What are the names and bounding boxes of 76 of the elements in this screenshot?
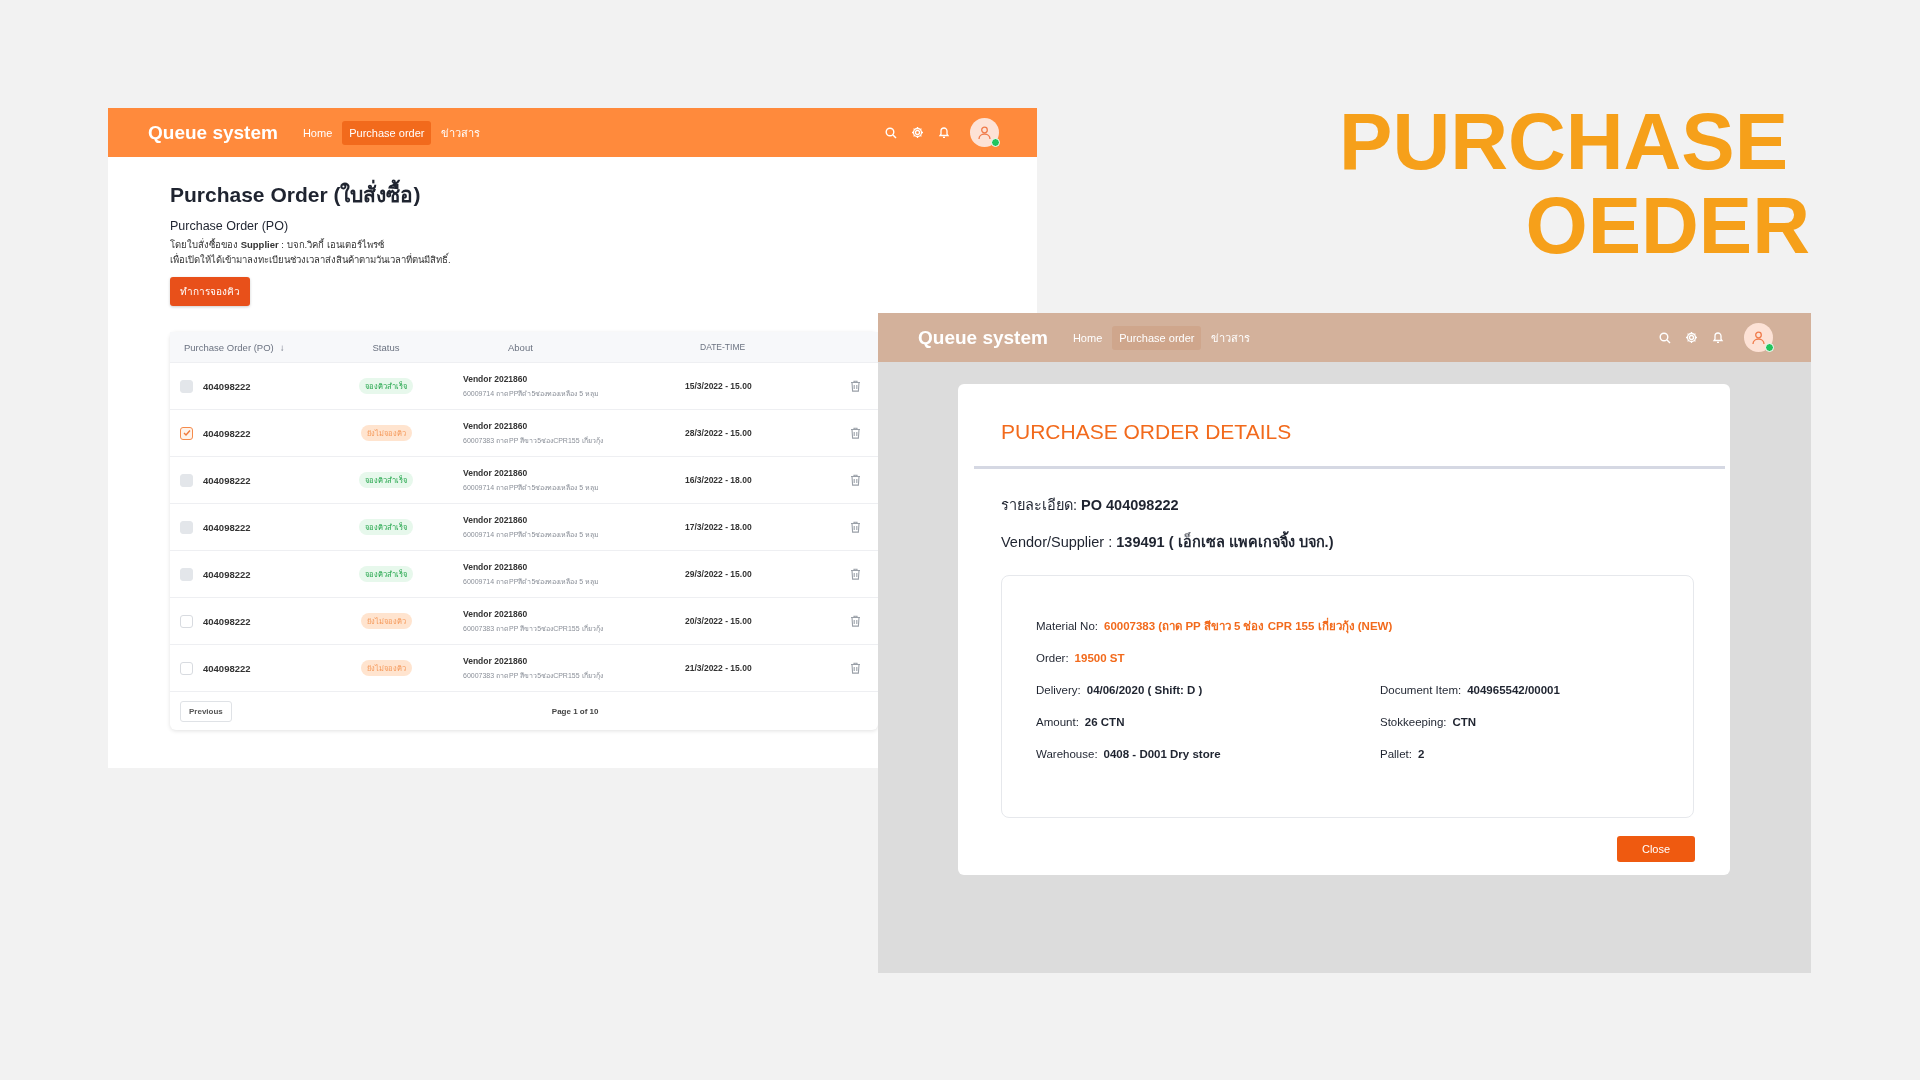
description-text: เพื่อเปิดให้ได้เข้ามาลงทะเบียนช่วงเวลาส่งสินค้าตามวันเวลาที่ตนมีสิทธิ์. xyxy=(170,253,452,266)
showcase-heading: OEDER xyxy=(1524,184,1810,268)
row-checkbox[interactable] xyxy=(180,614,193,628)
description-text: โดยใบสั่งซื้อของ Supplier : บจก.วิคกี้ เอนเตอร์ไพรซ์ xyxy=(170,238,385,251)
vendor-text: Vendor 2021860 xyxy=(463,420,529,431)
user-icon xyxy=(977,125,992,140)
trash-icon[interactable] xyxy=(850,427,861,439)
detail-field: Warehouse: 0408 - D001 Dry store xyxy=(1036,746,1380,762)
date-time-text: 15/3/2022 - 15.00 xyxy=(684,381,753,391)
page-title: Purchase Order (ใบสั่งซื้อ) xyxy=(170,181,1037,209)
date-time-text: 16/3/2022 - 18.00 xyxy=(684,475,753,485)
search-icon[interactable] xyxy=(1659,331,1671,344)
date-time-text: 17/3/2022 - 18.00 xyxy=(684,522,753,532)
po-number: 404098222 xyxy=(203,474,251,486)
trash-icon[interactable] xyxy=(850,615,861,627)
row-checkbox[interactable] xyxy=(180,426,193,440)
column-header[interactable]: Purchase Order (PO) xyxy=(184,341,274,353)
po-number: 404098222 xyxy=(203,521,251,533)
date-time-text: 21/3/2022 - 15.00 xyxy=(684,663,753,673)
nav-link[interactable]: Purchase order xyxy=(342,120,432,145)
row-checkbox[interactable] xyxy=(180,661,193,675)
vendor-text: Vendor 2021860 xyxy=(463,373,529,384)
app-logo[interactable]: Queue system xyxy=(918,326,1048,349)
book-queue-button[interactable]: ทำการจองคิว xyxy=(170,277,250,306)
avatar[interactable] xyxy=(1744,323,1773,352)
nav-link[interactable]: Purchase order xyxy=(1112,325,1202,350)
po-detail-text: รายละเอียด: PO 404098222 xyxy=(1001,496,1180,515)
date-time-text: 29/3/2022 - 15.00 xyxy=(684,569,753,579)
po-number: 404098222 xyxy=(203,568,251,580)
avatar[interactable] xyxy=(970,118,999,147)
page-subtitle: Purchase Order (PO) xyxy=(170,218,290,234)
trash-icon[interactable] xyxy=(850,474,861,486)
app-logo[interactable]: Queue system xyxy=(148,121,278,144)
settings-icon[interactable] xyxy=(1685,331,1698,344)
date-time-text: 28/3/2022 - 15.00 xyxy=(684,428,753,438)
trash-icon[interactable] xyxy=(850,521,861,533)
vendor-text: Vendor 2021860 xyxy=(463,467,529,478)
po-number: 404098222 xyxy=(203,662,251,674)
vendor-text: Vendor 2021860 xyxy=(463,514,529,525)
po-number: 404098222 xyxy=(203,380,251,392)
nav-link[interactable]: Home xyxy=(1065,325,1110,350)
po-number: 404098222 xyxy=(203,615,251,627)
nav-link[interactable]: Home xyxy=(295,120,340,145)
trash-icon[interactable] xyxy=(850,568,861,580)
search-icon[interactable] xyxy=(885,126,897,139)
vendor-text: Vendor 2021860 xyxy=(463,655,529,666)
dialog-title: PURCHASE ORDER DETAILS xyxy=(1001,419,1293,445)
vendor-supplier-text: Vendor/Supplier : 139491 ( เอ็กเซล แพคเกจจิ้ง บจก.) xyxy=(1001,532,1694,552)
sort-indicator[interactable]: ↓ xyxy=(279,341,285,353)
showcase-heading: PURCHASE xyxy=(1339,100,1789,184)
detail-field: Amount: 26 CTN xyxy=(1036,714,1380,730)
nav-link[interactable]: ข่าวสาร xyxy=(434,117,488,148)
settings-icon[interactable] xyxy=(911,126,924,139)
trash-icon[interactable] xyxy=(850,662,861,674)
close-button[interactable]: Close xyxy=(1617,836,1695,862)
vendor-text: Vendor 2021860 xyxy=(463,608,529,619)
column-header: About xyxy=(507,341,534,353)
detail-field: Material No: 60007383 (ถาด PP สีขาว 5 ช่อง CPR 155 เกี่ยวกุ้ง (NEW) xyxy=(1036,618,1693,634)
check-icon xyxy=(182,429,191,437)
date-time-text: 20/3/2022 - 15.00 xyxy=(684,616,753,626)
page-indicator: Page 1 of 10 xyxy=(551,706,599,716)
detail-field: Document Item: 404965542/00001 xyxy=(1380,682,1693,698)
detail-field: Delivery: 04/06/2020 ( Shift: D ) xyxy=(1036,682,1380,698)
previous-button[interactable]: Previous xyxy=(180,700,232,722)
bell-icon[interactable] xyxy=(1712,331,1724,344)
nav-link[interactable]: ข่าวสาร xyxy=(1204,322,1258,353)
trash-icon[interactable] xyxy=(850,380,861,392)
detail-field: Stokkeeping: CTN xyxy=(1380,714,1693,730)
column-header: DATE-TIME xyxy=(699,342,747,352)
user-icon xyxy=(1751,330,1766,345)
detail-field: Order: 19500 ST xyxy=(1036,650,1693,666)
column-header: Status xyxy=(372,341,400,353)
bell-icon[interactable] xyxy=(938,126,950,139)
detail-field: Pallet: 2 xyxy=(1380,746,1693,762)
vendor-text: Vendor 2021860 xyxy=(463,561,529,572)
po-number: 404098222 xyxy=(203,427,251,439)
